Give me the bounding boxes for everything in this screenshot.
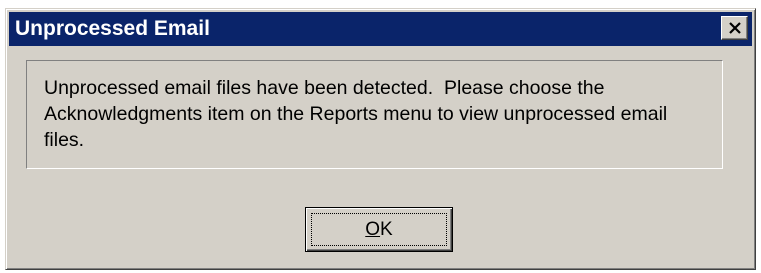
ok-mnemonic: O (365, 218, 381, 240)
window-title: Unprocessed Email (15, 17, 210, 40)
dialog-body: Unprocessed email files have been detect… (9, 46, 752, 266)
ok-label-rest: K (380, 218, 393, 240)
ok-button-label: OK (365, 219, 392, 241)
ok-button[interactable]: OK (305, 207, 453, 252)
title-bar[interactable]: Unprocessed Email (9, 12, 752, 46)
message-text: Unprocessed email files have been detect… (44, 77, 668, 151)
dialog-window: Unprocessed Email Unprocessed email file… (5, 8, 756, 270)
close-button[interactable] (721, 16, 748, 40)
message-panel: Unprocessed email files have been detect… (26, 60, 723, 169)
close-icon (728, 22, 741, 34)
